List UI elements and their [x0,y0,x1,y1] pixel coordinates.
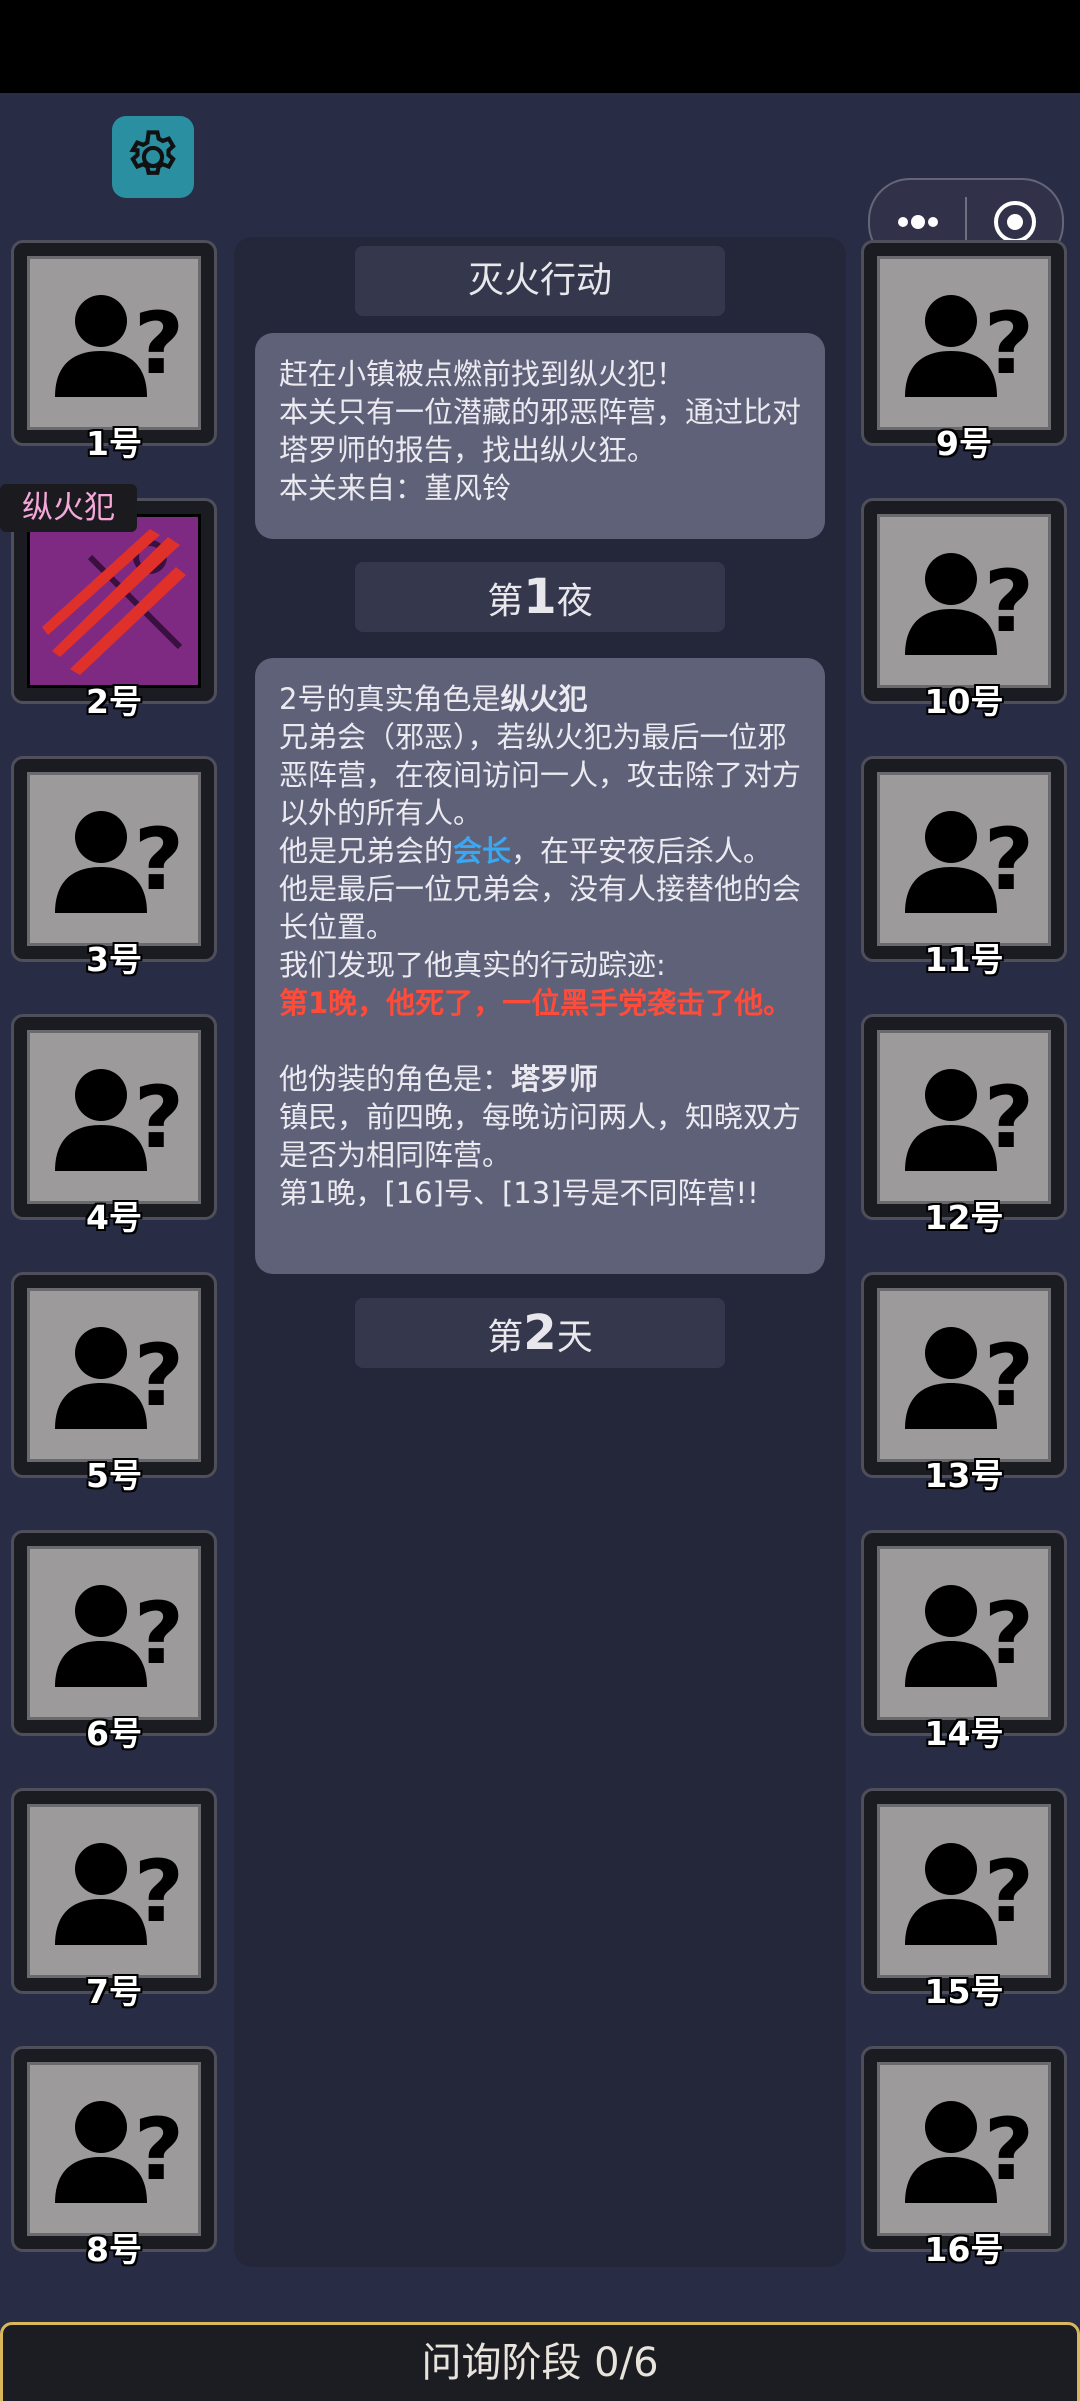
unknown-person-icon [905,1068,1034,1171]
report-disguise-line: 他伪装的角色是：塔罗师 [279,1062,599,1096]
player-portrait [27,256,201,430]
player-number: 1号 [86,424,142,463]
player-portrait [27,1546,201,1720]
player-card-14[interactable]: 14号 [861,1530,1067,1753]
day-suffix: 天 [556,1317,593,1358]
unknown-person-icon [55,810,184,913]
report-disguise-result: 第1晚，[16]号、[13]号是不同阵营!! [279,1176,759,1210]
player-number: 8号 [86,2230,142,2269]
unknown-person-icon [55,2100,184,2203]
unknown-person-icon [905,552,1034,655]
player-card-10[interactable]: 10号 [861,498,1067,721]
player-card-5[interactable]: 5号 [11,1272,217,1495]
player-portrait [27,772,201,946]
player-card-16[interactable]: 16号 [861,2046,1067,2269]
player-number: 15号 [924,1972,1004,2011]
level-title: 灭火行动 [355,246,725,316]
player-number: 7号 [86,1972,142,2011]
player-card-7[interactable]: 7号 [11,1788,217,2011]
player-portrait [877,1030,1051,1204]
unknown-person-icon [55,294,184,397]
unknown-person-icon [905,810,1034,913]
claw-scratch-icon [42,529,186,675]
settings-button[interactable] [112,116,194,198]
report-disguise-desc: 镇民，前四晚，每晚访问两人，知晓双方是否为相同阵营。 [279,1100,802,1172]
player-portrait [877,772,1051,946]
night-report-message: 2号的真实角色是纵火犯 兄弟会（邪恶），若纵火犯为最后一位邪恶阵营，在夜间访问一… [255,658,825,1274]
unknown-person-icon [905,2100,1034,2203]
player-number: 2号 [86,682,142,721]
report-trace-intro: 我们发现了他真实的行动踪迹: [279,948,666,982]
intro-line: 本关只有一位潜藏的邪恶阵营，通过比对塔罗师的报告，找出纵火狂。 [279,395,802,467]
player-card-9[interactable]: 9号 [861,240,1067,463]
unknown-person-icon [905,1842,1034,1945]
player-number: 3号 [86,940,142,979]
more-dots-icon [897,215,938,229]
player-number: 14号 [924,1714,1004,1753]
player-portrait [27,1030,201,1204]
unknown-person-icon [55,1584,184,1687]
player-card-4[interactable]: 4号 [11,1014,217,1237]
day-number: 2 [523,1305,557,1361]
phase-bar[interactable]: 问询阶段 0/6 [0,2322,1080,2401]
player-card-13[interactable]: 13号 [861,1272,1067,1495]
player-number: 10号 [924,682,1004,721]
player-number: 11号 [924,940,1004,979]
player-portrait [877,2062,1051,2236]
unknown-person-icon [55,1842,184,1945]
player-card-3[interactable]: 3号 [11,756,217,979]
night-suffix: 夜 [556,581,593,622]
unknown-person-icon [55,1326,184,1429]
night-header: 第1夜 [355,562,725,632]
player-card-15[interactable]: 15号 [861,1788,1067,2011]
day-prefix: 第 [487,1317,524,1358]
player-portrait [877,514,1051,688]
player-card-11[interactable]: 11号 [861,756,1067,979]
player-portrait [27,1804,201,1978]
unknown-person-icon [55,1068,184,1171]
player-portrait [27,1288,201,1462]
player-card-12[interactable]: 12号 [861,1014,1067,1237]
player-number: 9号 [936,424,992,463]
level-intro-message: 赶在小镇被点燃前找到纵火犯！ 本关只有一位潜藏的邪恶阵营，通过比对塔罗师的报告，… [255,333,825,539]
player-card-1[interactable]: 1号 [11,240,217,463]
role-tag: 纵火犯 [0,484,137,532]
player-portrait [877,1546,1051,1720]
player-number: 6号 [86,1714,142,1753]
player-number: 4号 [86,1198,142,1237]
player-number: 5号 [86,1456,142,1495]
intro-line: 本关来自：堇风铃 [279,471,512,505]
gear-icon [129,130,176,175]
unknown-person-icon [905,1326,1034,1429]
player-portrait [27,514,201,688]
status-bar [0,0,1080,93]
player-portrait [27,2062,201,2236]
report-trace: 第1晚，他死了，一位黑手党袭击了他。 [279,986,793,1020]
player-card-8[interactable]: 8号 [11,2046,217,2269]
report-rank-line: 他是兄弟会的会长，在平安夜后杀人。他是最后一位兄弟会，没有人接替他的会长位置。 [279,834,802,944]
unknown-person-icon [905,294,1034,397]
night-prefix: 第 [487,581,524,622]
unknown-person-icon [905,1584,1034,1687]
player-number: 12号 [924,1198,1004,1237]
target-close-icon [993,201,1036,243]
player-portrait [877,1288,1051,1462]
report-role-desc: 兄弟会（邪恶），若纵火犯为最后一位邪恶阵营，在夜间访问一人，攻击除了对方以外的所… [279,720,802,830]
player-portrait [877,1804,1051,1978]
report-role-line: 2号的真实角色是纵火犯 [279,682,588,716]
intro-line: 赶在小镇被点燃前找到纵火犯！ [279,357,686,391]
player-portrait [877,256,1051,430]
player-number: 16号 [924,2230,1004,2269]
night-number: 1 [523,569,557,625]
player-number: 13号 [924,1456,1004,1495]
day-header: 第2天 [355,1298,725,1368]
player-card-6[interactable]: 6号 [11,1530,217,1753]
